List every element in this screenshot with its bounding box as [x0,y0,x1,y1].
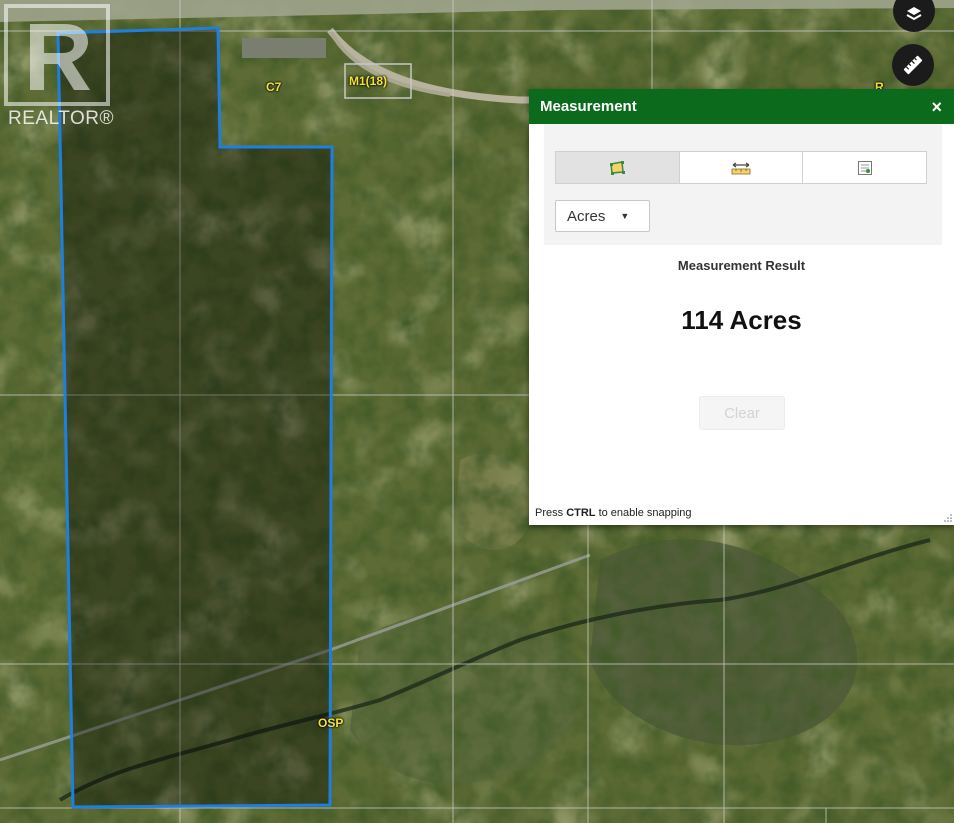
panel-title: Measurement [540,98,637,115]
tab-location[interactable] [803,152,926,183]
unit-dropdown-value: Acres [567,207,606,225]
ruler-icon [903,55,923,75]
zone-label-osp: OSP [318,716,344,730]
area-measure-icon [610,160,626,175]
clear-button[interactable]: Clear [699,396,785,430]
building-c7 [242,38,326,58]
zone-label-m1: M1(18) [349,74,388,88]
tab-distance[interactable] [680,152,804,183]
snap-hint: Press CTRL to enable snapping [535,507,692,519]
close-icon[interactable]: × [931,98,942,116]
unit-dropdown[interactable]: Acres ▼ [555,200,650,232]
resize-grip-icon[interactable] [944,514,952,522]
realtor-r-icon [4,4,110,106]
result-label: Measurement Result [677,258,806,273]
tab-area[interactable] [556,152,680,183]
snap-hint-prefix: Press [535,507,567,519]
distance-measure-icon [731,162,751,174]
measurement-panel: Measurement × Acres ▼ Measurement Result… [529,89,954,525]
caret-down-icon: ▼ [620,211,630,221]
realtor-logo-text: REALTOR® [8,108,114,129]
result-value: 114 Acres [681,305,802,335]
measurement-panel-header[interactable]: Measurement × [529,89,954,124]
snap-hint-suffix: to enable snapping [595,507,692,519]
location-measure-icon [857,160,872,175]
measurement-toolbar: Acres ▼ [544,124,942,245]
realtor-logo: REALTOR® [2,2,114,132]
measure-tool-button[interactable] [892,44,934,86]
snap-hint-key: CTRL [566,507,596,519]
zone-label-c7: C7 [266,80,282,94]
map-layers-icon [906,7,922,21]
measure-mode-tabs [555,151,927,184]
